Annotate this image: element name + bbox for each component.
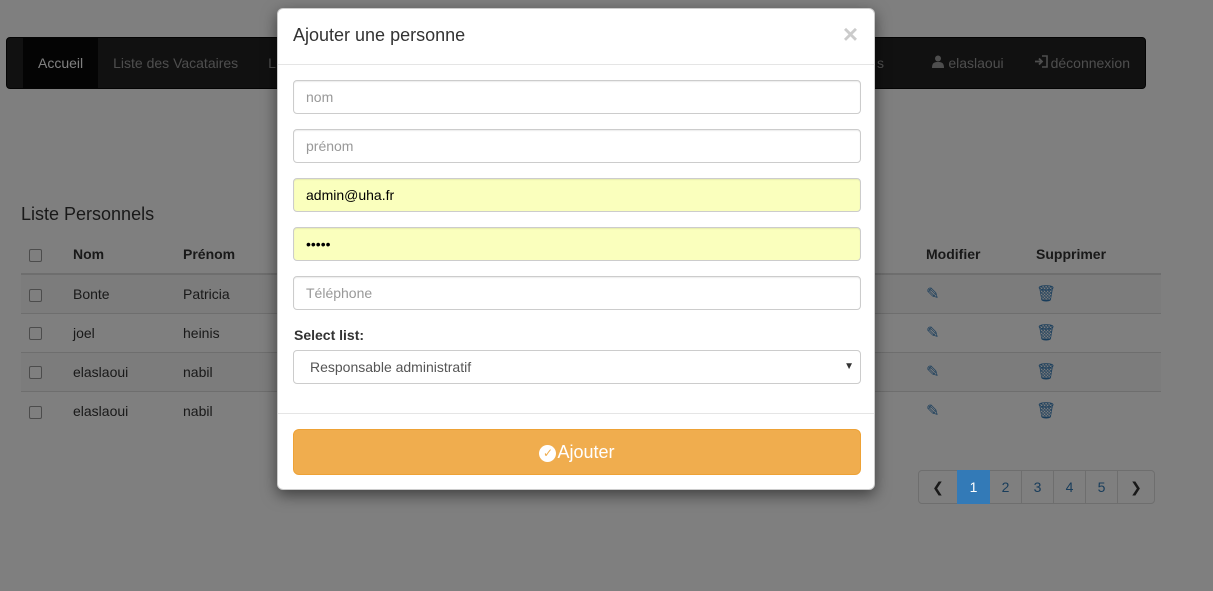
caret-down-icon: ▼ <box>844 361 854 372</box>
close-icon[interactable]: × <box>843 21 858 47</box>
ajouter-button[interactable]: ✓ Ajouter <box>293 429 861 475</box>
telephone-input[interactable] <box>293 276 861 310</box>
select-list-label: Select list: <box>294 327 365 343</box>
prenom-input[interactable] <box>293 129 861 163</box>
password-input[interactable] <box>293 227 861 261</box>
ajouter-label: Ajouter <box>557 442 615 462</box>
nom-input[interactable] <box>293 80 861 114</box>
modal-divider <box>278 413 874 414</box>
email-input[interactable] <box>293 178 861 212</box>
role-select-value: Responsable administratif <box>310 359 472 375</box>
role-select[interactable]: Responsable administratif ▼ <box>293 350 861 384</box>
check-circle-icon: ✓ <box>539 445 557 462</box>
modal-title: Ajouter une personne <box>293 25 466 45</box>
add-person-modal: Ajouter une personne × Select list: Resp… <box>277 8 875 490</box>
modal-header: Ajouter une personne × <box>278 9 874 65</box>
page-button-1[interactable]: 1 <box>957 470 990 504</box>
